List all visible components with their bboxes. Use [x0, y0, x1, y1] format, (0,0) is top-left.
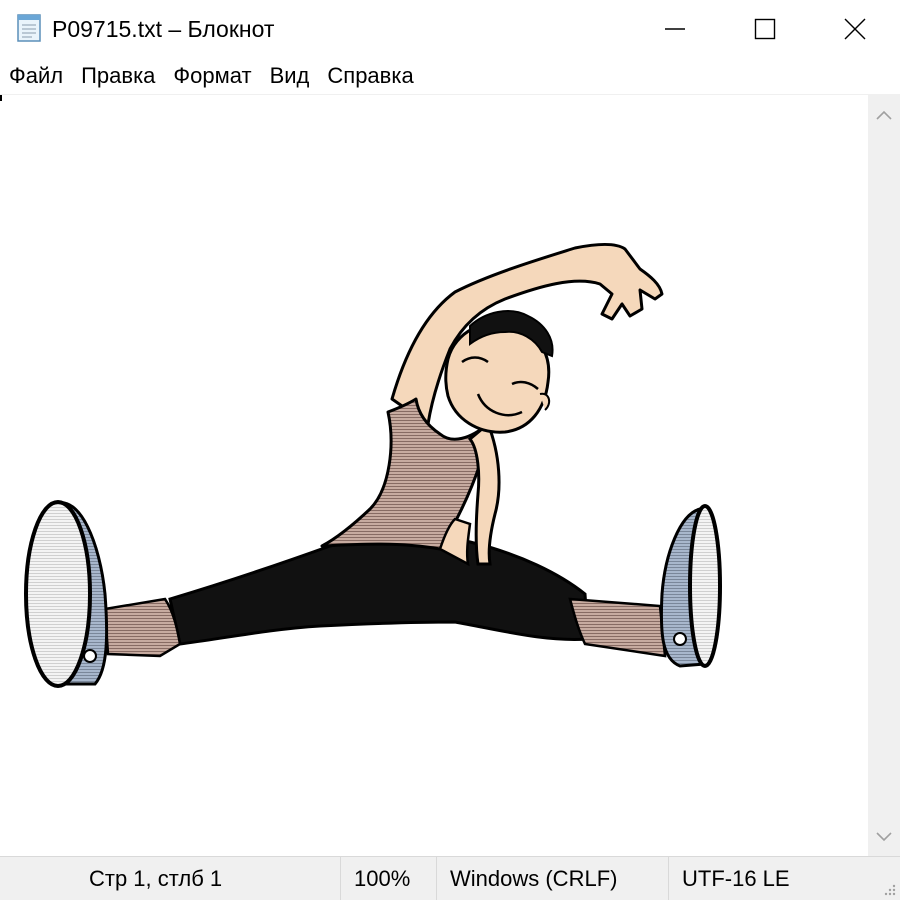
resize-grip-icon[interactable]	[882, 882, 896, 896]
minimize-icon	[665, 28, 685, 30]
maximize-button[interactable]	[720, 0, 810, 58]
menu-view[interactable]: Вид	[261, 58, 319, 94]
menu-help[interactable]: Справка	[318, 58, 422, 94]
chevron-up-icon	[876, 110, 892, 120]
maximize-icon	[754, 18, 776, 40]
stretching-person-illustration	[24, 242, 722, 688]
menu-file[interactable]: Файл	[0, 58, 72, 94]
scroll-down-button[interactable]	[868, 820, 900, 854]
status-zoom: 100%	[340, 857, 436, 900]
status-line-endings: Windows (CRLF)	[436, 857, 668, 900]
vertical-scrollbar[interactable]	[868, 94, 900, 856]
chevron-down-icon	[876, 832, 892, 842]
menu-format[interactable]: Формат	[164, 58, 260, 94]
status-cursor-position: Стр 1, стлб 1	[89, 866, 223, 891]
close-button[interactable]	[810, 0, 900, 58]
minimize-button[interactable]	[630, 0, 720, 58]
status-encoding: UTF-16 LE	[668, 857, 868, 900]
menu-bar: Файл Правка Формат Вид Справка	[0, 58, 900, 94]
status-bar: Стр 1, стлб 1 100% Windows (CRLF) UTF-16…	[0, 856, 900, 900]
notepad-icon	[17, 14, 41, 42]
close-icon	[844, 18, 866, 40]
window-title: P09715.txt – Блокнот	[52, 16, 275, 42]
scroll-up-button[interactable]	[868, 98, 900, 132]
menu-edit[interactable]: Правка	[72, 58, 164, 94]
title-bar[interactable]: P09715.txt – Блокнот	[0, 0, 900, 58]
